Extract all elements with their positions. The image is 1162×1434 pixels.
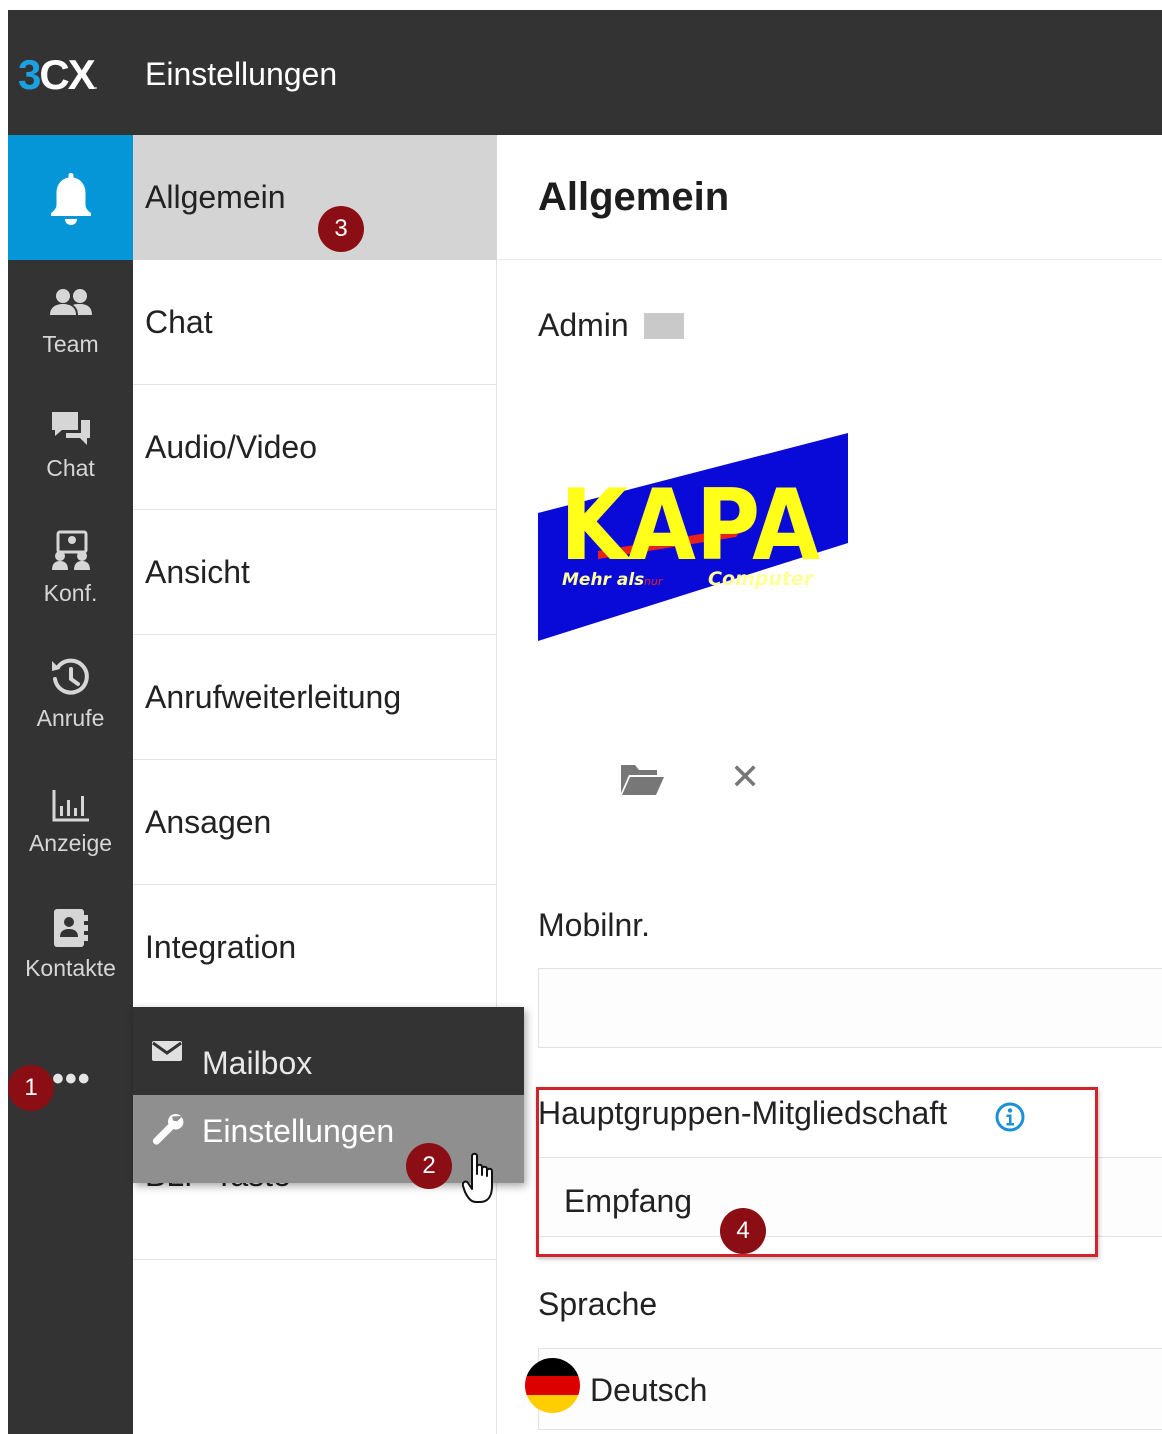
logo-dot: . (93, 76, 98, 92)
nav-item-allgemein[interactable]: Allgemein (133, 135, 497, 260)
nav-item-chat[interactable]: Chat (133, 260, 497, 385)
menu-label: Mailbox (202, 1045, 313, 1081)
svg-text:nur: nur (644, 575, 664, 588)
step-badge-3: 3 (318, 206, 364, 252)
nav-item-ansagen[interactable]: Ansagen (133, 760, 497, 885)
step-badge-4: 4 (720, 1208, 766, 1254)
rail-item-notifications[interactable] (8, 135, 133, 260)
team-icon (49, 289, 92, 315)
rail-item-calls[interactable]: Anrufe (8, 635, 133, 760)
user-name: Admin (538, 307, 629, 343)
rail-label-display: Anzeige (28, 830, 113, 856)
open-folder-icon[interactable] (619, 759, 665, 799)
menu-label: Einstellungen (202, 1113, 395, 1149)
main-panel: Allgemein Admin KAPA Mehr als nur Comput… (498, 135, 1162, 1434)
nav-label: Audio/Video (145, 429, 317, 465)
menu-item-mailbox[interactable]: Mailbox (133, 1007, 524, 1095)
svg-text:KAPA: KAPA (560, 469, 820, 583)
nav-label: Chat (145, 304, 213, 340)
rail-label-conference: Konf. (43, 580, 98, 606)
step-badge-2: 2 (406, 1143, 452, 1189)
step-badge-1: 1 (8, 1065, 54, 1111)
envelope-icon (152, 1041, 182, 1061)
rail-item-conference[interactable]: Konf. (8, 510, 133, 635)
rail-item-team[interactable]: Team (8, 260, 133, 385)
nav-label: Anrufweiterleitung (145, 679, 402, 715)
nav-item-audio-video[interactable]: Audio/Video (133, 385, 497, 510)
bar-chart-icon (52, 790, 89, 822)
main-header: Allgemein (498, 135, 1162, 260)
history-icon (51, 658, 89, 695)
hand-cursor-icon (462, 1152, 493, 1203)
logo-number: 3 (18, 51, 41, 98)
icon-rail: Team Chat Konf. Anrufe Anzeige Kontakte … (8, 135, 133, 1434)
bell-icon (50, 173, 91, 225)
nav-label: Ansagen (145, 804, 272, 840)
conference-icon (51, 530, 90, 570)
logo-lettering: KAPA Mehr als nur Computer (560, 469, 820, 590)
mobile-label: Mobilnr. (538, 907, 651, 943)
nav-item-ansicht[interactable]: Ansicht (133, 510, 497, 635)
nav-item-anrufweiterleitung[interactable]: Anrufweiterleitung (133, 635, 497, 760)
language-value: Deutsch (590, 1372, 708, 1408)
clear-image-button[interactable]: ✕ (730, 755, 760, 799)
top-bar: 3CX. Einstellungen (8, 10, 1162, 135)
nav-label: Integration (145, 929, 297, 965)
page-title: Allgemein (538, 175, 730, 219)
nav-label: Allgemein (145, 179, 286, 215)
redacted-name (644, 313, 684, 339)
nav-item-integration[interactable]: Integration (133, 885, 497, 1010)
rail-item-chat[interactable]: Chat (8, 385, 133, 510)
language-label: Sprache (538, 1286, 658, 1322)
rail-label-team: Team (42, 331, 99, 357)
app-window: 3CX. Einstellungen Team Chat Konf. Anruf… (8, 10, 1162, 1434)
settings-nav: Allgemein Chat Audio/Video Ansicht Anruf… (133, 135, 497, 1434)
app-title: Einstellungen (145, 56, 338, 92)
wrench-icon (152, 1113, 184, 1145)
more-menu-button[interactable]: ••• (52, 1060, 91, 1099)
rail-item-contacts[interactable]: Kontakte (8, 885, 133, 1010)
svg-text:Mehr als: Mehr als (562, 570, 644, 590)
rail-label-chat: Chat (46, 455, 95, 481)
rail-label-contacts: Kontakte (25, 955, 116, 981)
nav-label: Ansicht (145, 554, 250, 590)
logo-letters: CX (39, 51, 95, 98)
rail-item-display[interactable]: Anzeige (8, 760, 133, 885)
rail-label-calls: Anrufe (36, 705, 105, 731)
german-flag-icon (525, 1358, 580, 1413)
mobile-input[interactable] (538, 968, 1162, 1048)
company-logo: KAPA Mehr als nur Computer (538, 433, 848, 641)
3cx-logo: 3CX. (18, 50, 98, 100)
svg-text:Computer: Computer (708, 568, 815, 590)
chat-icon (51, 412, 90, 445)
highlight-box (536, 1087, 1098, 1257)
contacts-icon (53, 909, 88, 947)
